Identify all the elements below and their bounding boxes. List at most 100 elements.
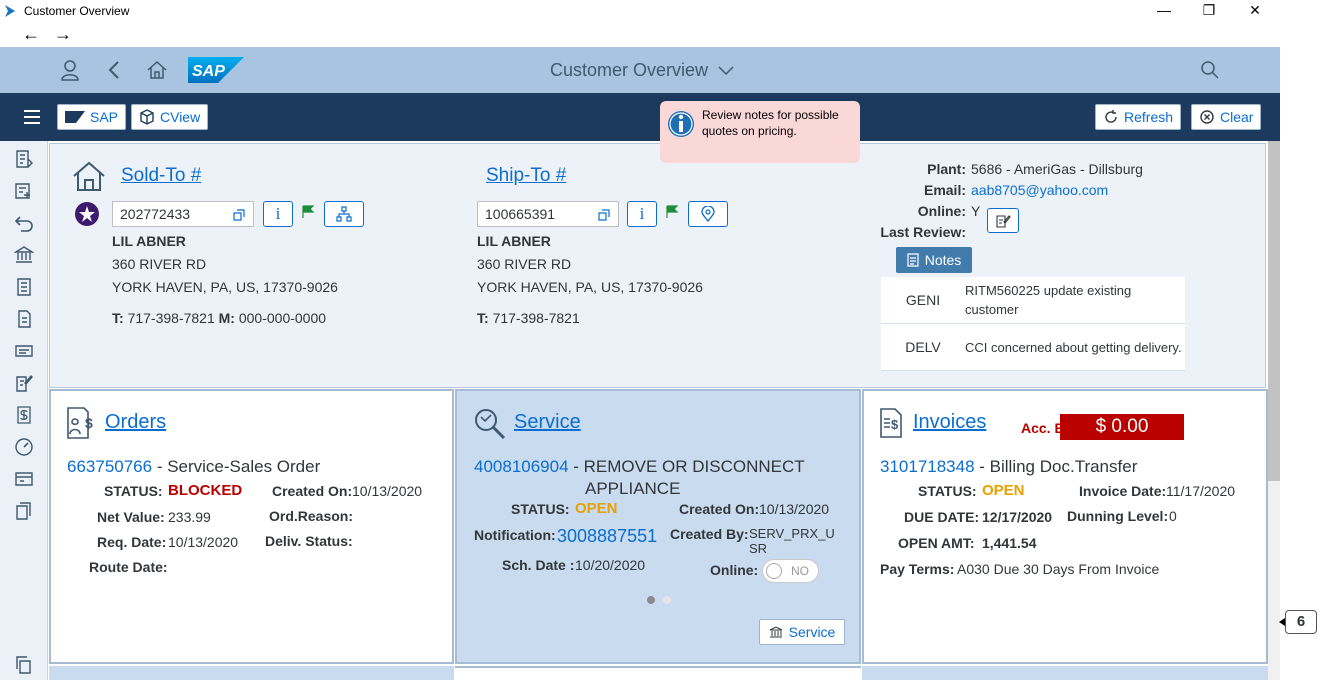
sap-button-label: SAP: [90, 109, 119, 125]
hamburger-menu-icon[interactable]: [23, 109, 41, 125]
search-icon[interactable]: [1200, 60, 1220, 80]
bank-icon[interactable]: [14, 245, 34, 265]
sap-small-icon: [65, 111, 85, 123]
service-number-link[interactable]: 4008106904: [474, 457, 569, 476]
sold-to-phones: T: 717-398-7821 M: 000-000-0000: [112, 310, 326, 326]
invoice-number-link[interactable]: 3101718348: [880, 457, 975, 476]
sold-to-phone-label: T:: [112, 310, 124, 326]
back-arrow-icon[interactable]: ←: [22, 24, 40, 45]
sold-to-heading[interactable]: Sold-To #: [121, 165, 201, 187]
online-toggle[interactable]: NO: [762, 559, 819, 583]
ship-to-info-button[interactable]: i: [627, 201, 657, 227]
gauge-icon[interactable]: [14, 437, 34, 457]
order-route-date-label: Route Date:: [89, 559, 168, 575]
order-number-link[interactable]: 663750766: [67, 457, 152, 476]
notes-table: GENI RITM560225 update existing customer…: [881, 277, 1185, 371]
order-status-label: STATUS:: [104, 483, 163, 499]
close-window-button[interactable]: ✕: [1243, 2, 1267, 19]
main-content: Sold-To # 202772433 i LIL ABNER 360 RIVE…: [49, 141, 1268, 680]
service-title[interactable]: Service: [514, 411, 581, 434]
due-date-label: DUE DATE:: [904, 509, 980, 525]
due-date-value: 12/17/2020: [982, 509, 1053, 525]
scrollbar-thumb[interactable]: [1268, 141, 1280, 481]
service-status-label: STATUS:: [511, 501, 570, 517]
document-icon[interactable]: [14, 309, 34, 329]
sap-logo[interactable]: SAP: [188, 57, 244, 83]
clear-icon: [1200, 110, 1214, 124]
sap-button[interactable]: SAP: [57, 104, 127, 130]
page-toolbar: SAP CView Refresh Clear: [0, 93, 1280, 141]
ship-to-number-field[interactable]: 100665391: [477, 201, 619, 227]
chevron-down-icon: [718, 66, 734, 76]
user-icon[interactable]: [60, 59, 80, 81]
sold-to-info-button[interactable]: i: [263, 201, 293, 227]
document-list-icon[interactable]: [14, 149, 34, 169]
dollar-document-icon[interactable]: [14, 405, 34, 425]
return-icon[interactable]: [14, 213, 34, 233]
next-card-strip: [455, 666, 861, 680]
hierarchy-icon: [336, 206, 352, 222]
sold-to-mobile-label: M:: [218, 310, 235, 326]
carousel-dot-active[interactable]: [647, 596, 655, 604]
sold-to-number-field[interactable]: 202772433: [112, 201, 254, 227]
order-net-value: 233.99: [168, 509, 211, 525]
maximize-button[interactable]: ❐: [1197, 2, 1221, 19]
back-icon[interactable]: [106, 60, 122, 80]
email-value[interactable]: aab8705@yahoo.com: [971, 182, 1108, 198]
order-req-date-label: Req. Date:: [97, 534, 167, 550]
invoices-title[interactable]: Invoices: [913, 411, 986, 434]
minimize-button[interactable]: —: [1152, 2, 1176, 18]
created-by-line1: SERV_PRX_U: [749, 526, 835, 541]
invoice-type: - Billing Doc.Transfer: [974, 457, 1138, 476]
payment-icon[interactable]: [14, 469, 34, 489]
review-edit-button[interactable]: [987, 208, 1019, 233]
toggle-knob: [766, 563, 782, 579]
ship-to-phone-label: T:: [477, 310, 489, 326]
invoice-document-icon: $: [880, 408, 902, 438]
notes-button[interactable]: Notes: [896, 247, 972, 273]
checklist-icon[interactable]: [14, 277, 34, 297]
map-pin-icon: [701, 206, 715, 222]
forward-arrow-icon[interactable]: →: [54, 24, 72, 45]
email-label: Email:: [923, 182, 966, 198]
service-button-label: Service: [788, 624, 836, 640]
service-search-icon: [475, 409, 506, 440]
ship-to-street: 360 RIVER RD: [477, 256, 572, 272]
refresh-button[interactable]: Refresh: [1095, 104, 1182, 130]
service-created-on-value: 10/13/2020: [759, 501, 830, 517]
ship-to-heading[interactable]: Ship-To #: [486, 165, 566, 187]
next-card-strip: [862, 666, 1268, 680]
open-external-icon[interactable]: [598, 209, 610, 221]
cview-button[interactable]: CView: [131, 104, 209, 130]
map-location-button[interactable]: [688, 201, 728, 227]
created-by-label: Created By:: [670, 526, 749, 542]
service-button[interactable]: Service: [759, 619, 845, 645]
copy-icon[interactable]: [14, 655, 34, 675]
orders-title[interactable]: Orders: [105, 411, 166, 434]
carousel-dot[interactable]: [663, 596, 671, 604]
notification-count-badge[interactable]: 6: [1285, 610, 1317, 634]
online-value: Y: [971, 203, 981, 219]
pricing-tooltip: Review notes for possible quotes on pric…: [660, 101, 860, 163]
invoice-doc-line: 3101718348 - Billing Doc.Transfer: [880, 457, 1137, 477]
shell-title[interactable]: Customer Overview: [550, 60, 735, 81]
hierarchy-button[interactable]: [324, 201, 364, 227]
sch-date-label: Sch. Date :: [502, 557, 575, 573]
card-icon[interactable]: [14, 341, 34, 361]
invoice-status-value: OPEN: [982, 482, 1025, 499]
note-code: DELV: [905, 339, 941, 355]
left-sidebar: [0, 141, 48, 680]
notification-link[interactable]: 3008887551: [557, 526, 657, 547]
home-icon[interactable]: [146, 59, 168, 81]
cview-button-label: CView: [160, 109, 201, 125]
clear-button[interactable]: Clear: [1191, 104, 1262, 130]
service-online-label: Online:: [710, 562, 759, 578]
edit-document-icon[interactable]: [14, 373, 34, 393]
invoice-stack-icon[interactable]: [14, 501, 34, 521]
order-req-date-value: 10/13/2020: [168, 534, 239, 550]
ship-to-phone: 717-398-7821: [492, 310, 580, 326]
customer-header-panel: Sold-To # 202772433 i LIL ABNER 360 RIVE…: [49, 143, 1266, 388]
open-external-icon[interactable]: [233, 209, 245, 221]
add-document-icon[interactable]: [14, 181, 34, 201]
open-amt-value: 1,441.54: [982, 535, 1037, 551]
